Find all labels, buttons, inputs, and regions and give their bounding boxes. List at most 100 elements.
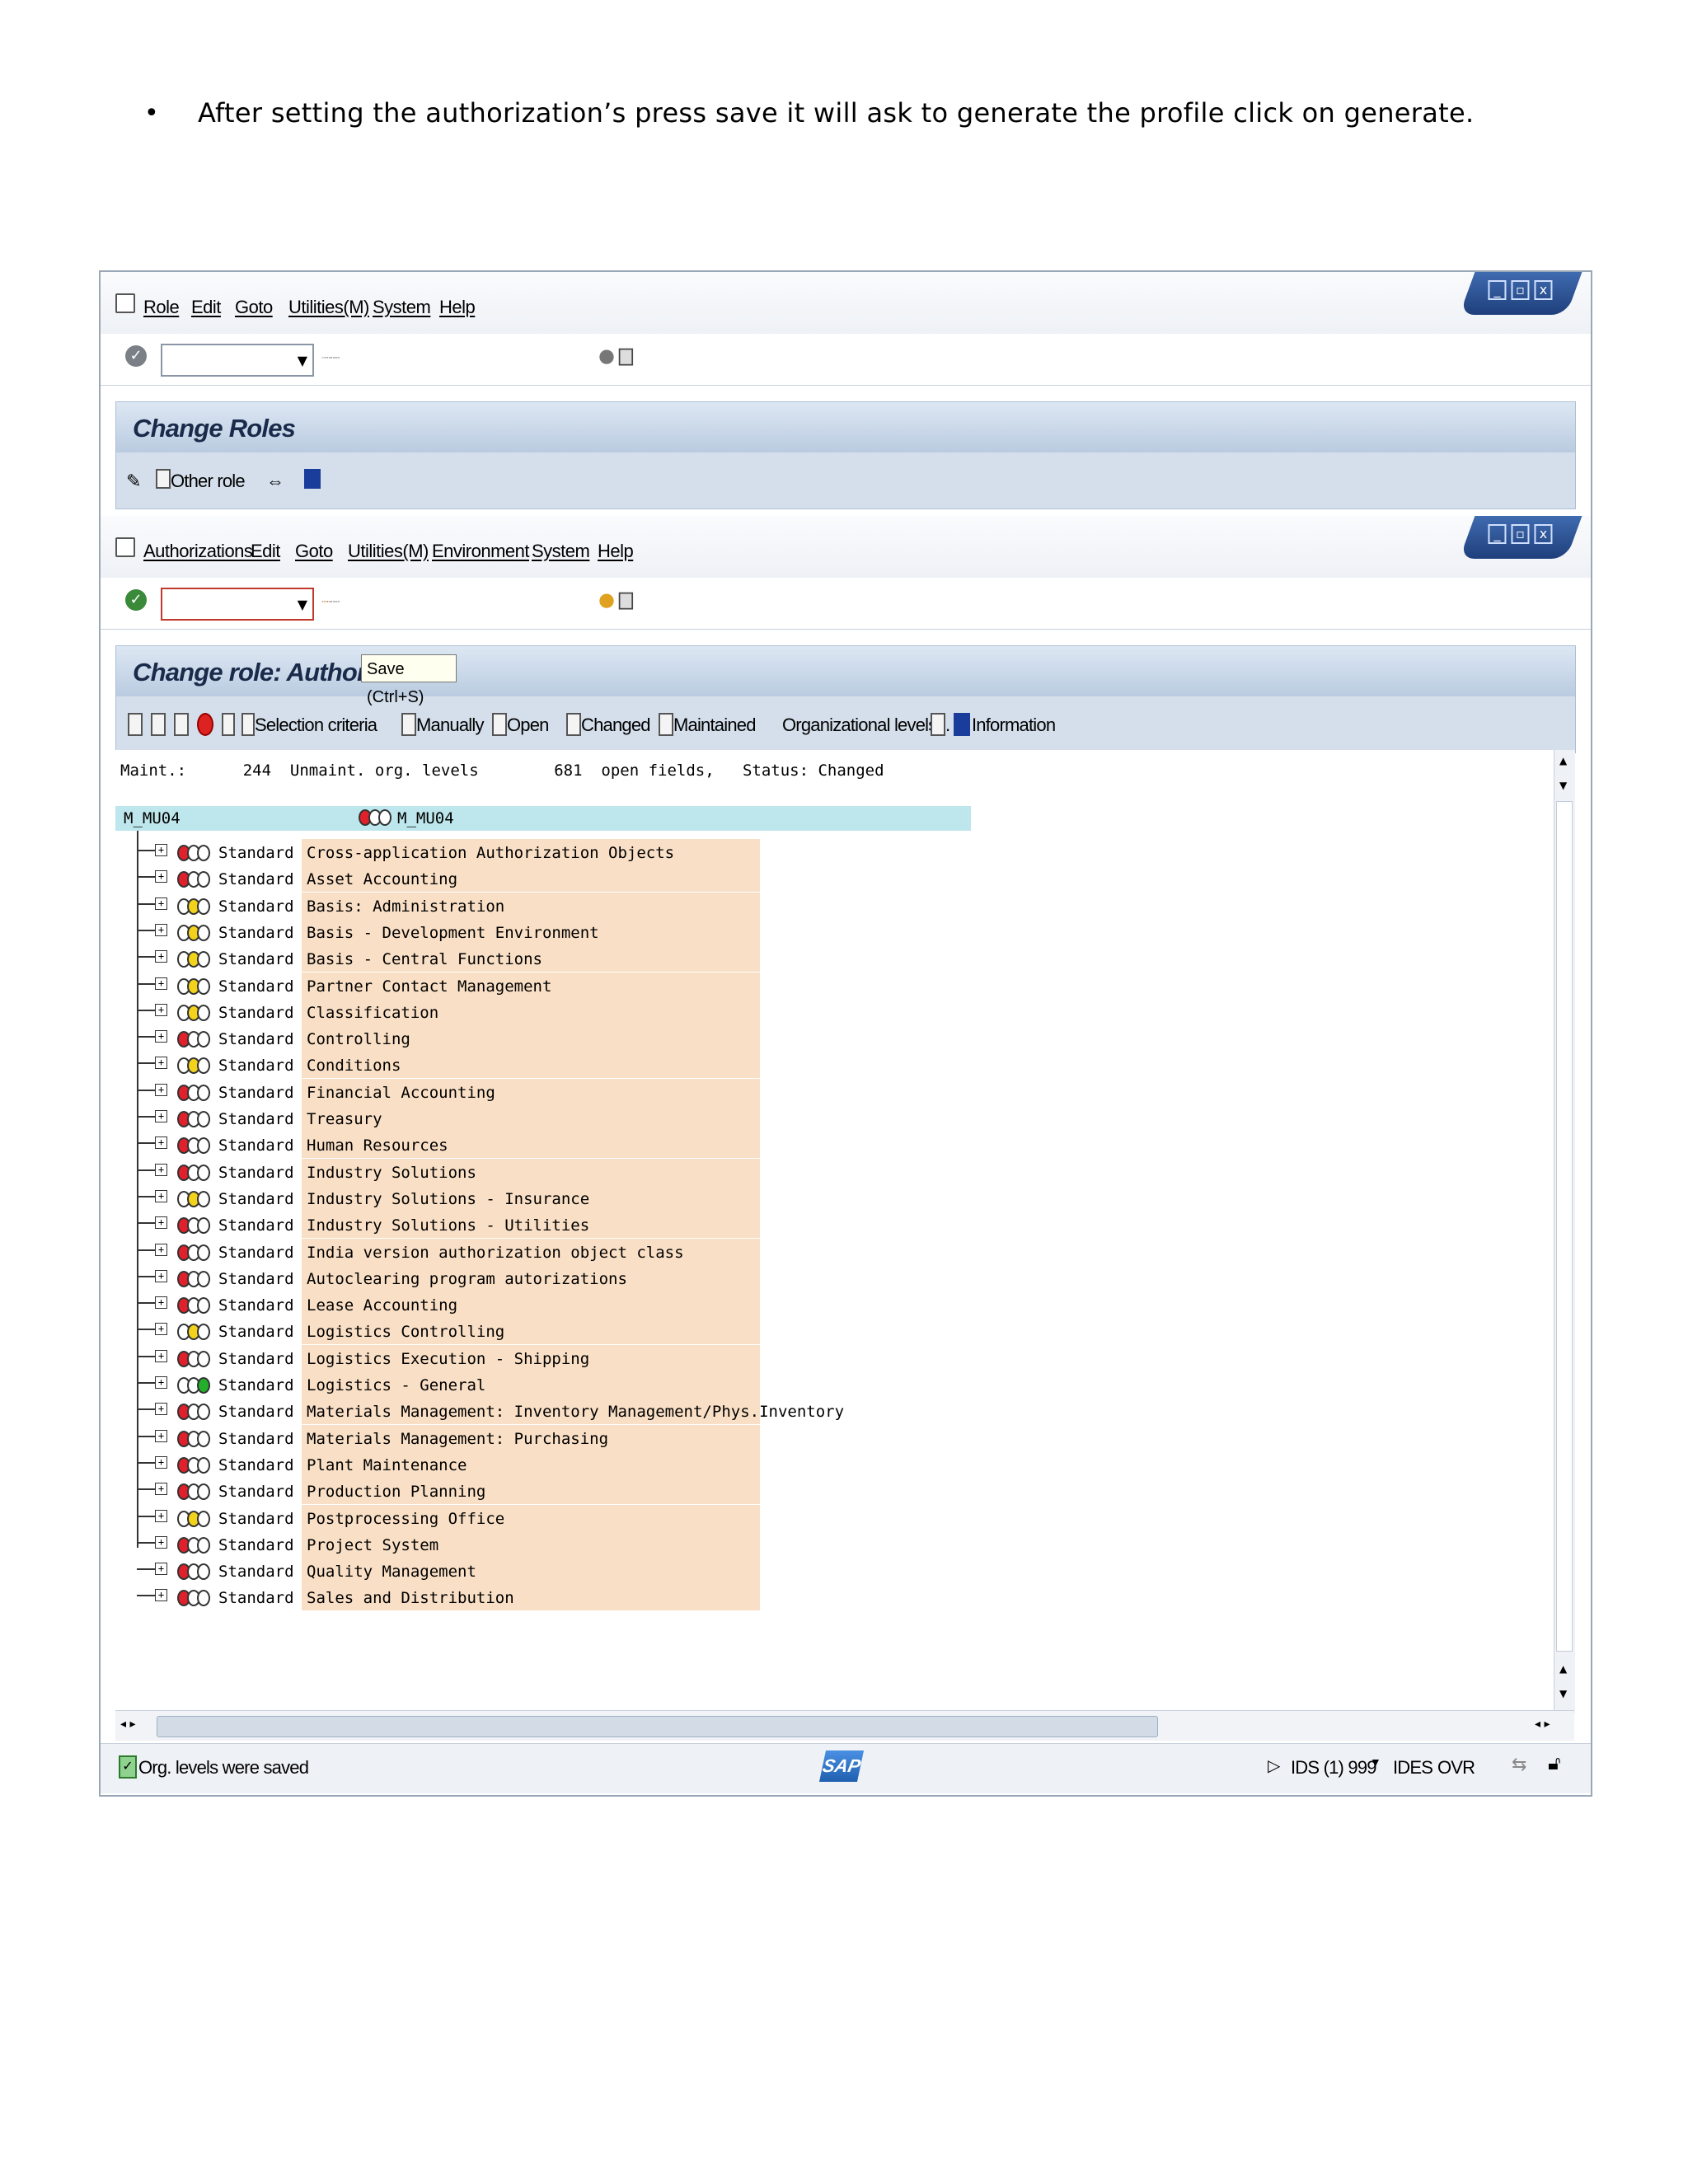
pencil-glasses-icon[interactable]: ✎ bbox=[126, 471, 141, 492]
expand-node-icon[interactable]: + bbox=[155, 950, 167, 963]
command-field[interactable]: ▼ bbox=[161, 588, 314, 621]
system-info[interactable]: IDS (1) 999 bbox=[1291, 1757, 1377, 1779]
insert-mode[interactable]: OVR bbox=[1437, 1757, 1475, 1779]
expand-node-icon[interactable]: + bbox=[155, 1403, 167, 1416]
expand-node-icon[interactable]: + bbox=[155, 1163, 167, 1176]
enter-icon[interactable]: ✓ bbox=[125, 345, 147, 367]
manually-button[interactable]: Manually bbox=[416, 715, 484, 736]
expand-node-icon[interactable]: + bbox=[155, 870, 167, 883]
maintained-button[interactable]: Maintained bbox=[673, 715, 756, 736]
vertical-scrollbar[interactable]: ▲ ▼ ▲ ▼ bbox=[1554, 750, 1575, 1714]
expand-node-icon[interactable]: + bbox=[155, 1083, 167, 1096]
menu-help[interactable]: Help bbox=[598, 541, 634, 562]
expand-node-icon[interactable]: + bbox=[155, 1057, 167, 1070]
expand-node-icon[interactable]: + bbox=[155, 1110, 167, 1122]
menu-authorizations[interactable]: Authorizations bbox=[143, 541, 253, 562]
info-icon[interactable] bbox=[954, 713, 970, 736]
menu-goto[interactable]: Goto bbox=[295, 541, 333, 562]
organizational-levels-button[interactable]: Organizational levels... bbox=[782, 715, 950, 736]
expand-node-icon[interactable]: + bbox=[155, 1349, 167, 1362]
help-icons[interactable] bbox=[595, 347, 661, 368]
scroll-up-icon[interactable]: ▲ bbox=[1559, 755, 1567, 766]
scroll-down-icon[interactable]: ▼ bbox=[1559, 1688, 1567, 1699]
menu-environment[interactable]: Environment bbox=[432, 541, 530, 562]
maintained-icon[interactable] bbox=[659, 713, 673, 736]
expand-node-icon[interactable]: + bbox=[155, 844, 167, 856]
expand-node-icon[interactable]: + bbox=[155, 1429, 167, 1442]
scroll-right-icon[interactable]: ◂ ▸ bbox=[1535, 1718, 1550, 1731]
menu-system[interactable]: System bbox=[373, 297, 431, 318]
menu-icon[interactable] bbox=[115, 293, 135, 313]
minimize-icon[interactable]: _ bbox=[1488, 280, 1507, 300]
chevron-down-icon[interactable]: ▼ bbox=[1370, 1755, 1381, 1769]
other-role-icon[interactable] bbox=[156, 469, 171, 489]
menu-utilities[interactable]: Utilities(M) bbox=[288, 297, 369, 318]
expand-icon[interactable] bbox=[128, 713, 143, 736]
expand-node-icon[interactable]: + bbox=[155, 1003, 167, 1016]
menu-help[interactable]: Help bbox=[439, 297, 476, 318]
expand-node-icon[interactable]: + bbox=[155, 1509, 167, 1522]
horizontal-scrollbar[interactable]: ◂ ▸ ◂ ▸ bbox=[115, 1710, 1574, 1741]
manually-icon[interactable] bbox=[401, 713, 416, 736]
expand-node-icon[interactable]: + bbox=[155, 1269, 167, 1282]
expand-node-icon[interactable]: + bbox=[155, 1296, 167, 1310]
open-icon[interactable] bbox=[492, 713, 507, 736]
menu-goto[interactable]: Goto bbox=[235, 297, 273, 318]
selection-criteria-button[interactable]: Selection criteria bbox=[255, 715, 377, 736]
command-field[interactable]: ▼ bbox=[161, 344, 314, 377]
layout-icon[interactable]: ⇆ bbox=[1512, 1754, 1526, 1775]
expand-node-icon[interactable]: + bbox=[155, 1216, 167, 1230]
trash-icon[interactable] bbox=[222, 713, 235, 736]
scroll-thumb[interactable] bbox=[157, 1716, 1158, 1737]
menu-utilities[interactable]: Utilities(M) bbox=[348, 541, 429, 562]
selection-criteria-icon[interactable] bbox=[241, 713, 255, 736]
expand-node-icon[interactable]: + bbox=[155, 1455, 167, 1469]
deactivate-icon[interactable] bbox=[197, 713, 213, 736]
restore-icon[interactable]: ▫ bbox=[1511, 524, 1530, 544]
scroll-up-icon[interactable]: ▲ bbox=[1559, 1663, 1567, 1675]
toolbar-icons[interactable] bbox=[321, 347, 340, 368]
close-icon[interactable]: x bbox=[1534, 280, 1553, 300]
changed-button[interactable]: Changed bbox=[581, 715, 651, 736]
expand-node-icon[interactable]: + bbox=[155, 1189, 167, 1202]
status-triangle-icon[interactable]: ▷ bbox=[1268, 1755, 1280, 1776]
expand-node-icon[interactable]: + bbox=[155, 1589, 167, 1602]
expand-node-icon[interactable]: + bbox=[155, 977, 167, 990]
expand-node-icon[interactable]: + bbox=[155, 1030, 167, 1043]
menu-edit[interactable]: Edit bbox=[191, 297, 221, 318]
open-button[interactable]: Open bbox=[507, 715, 549, 736]
scroll-left-icon[interactable]: ◂ ▸ bbox=[120, 1718, 136, 1731]
expand-node-icon[interactable]: + bbox=[155, 1483, 167, 1496]
toolbar-icons[interactable] bbox=[321, 591, 340, 612]
scroll-down-icon[interactable]: ▼ bbox=[1559, 780, 1567, 791]
enter-icon[interactable]: ✓ bbox=[125, 589, 147, 611]
expand-node-icon[interactable]: + bbox=[155, 1323, 167, 1336]
close-icon[interactable]: x bbox=[1534, 524, 1553, 544]
select-icon[interactable] bbox=[174, 713, 189, 736]
doc-icon[interactable] bbox=[931, 713, 945, 736]
menu-edit[interactable]: Edit bbox=[251, 541, 280, 562]
expand-node-icon[interactable]: + bbox=[155, 923, 167, 936]
menu-system[interactable]: System bbox=[532, 541, 590, 562]
expand-node-icon[interactable]: + bbox=[155, 1376, 167, 1389]
expand-node-icon[interactable]: + bbox=[155, 1535, 167, 1549]
chevron-down-icon[interactable]: ▼ bbox=[298, 353, 307, 368]
scroll-thumb[interactable] bbox=[1556, 801, 1573, 1652]
expand-node-icon[interactable]: + bbox=[155, 897, 167, 910]
other-role-button[interactable]: Other role bbox=[171, 471, 246, 492]
changed-icon[interactable] bbox=[566, 713, 581, 736]
help-icons[interactable] bbox=[595, 591, 661, 612]
menu-icon[interactable] bbox=[115, 537, 135, 557]
information-button[interactable]: Information bbox=[972, 715, 1056, 736]
minimize-icon[interactable]: _ bbox=[1488, 524, 1507, 544]
lock-icon[interactable]: 🔓︎ bbox=[1548, 1752, 1561, 1775]
collapse-icon[interactable] bbox=[151, 713, 166, 736]
expand-node-icon[interactable]: + bbox=[155, 1243, 167, 1256]
info-icon[interactable] bbox=[304, 469, 321, 489]
navigation-icon[interactable]: ⇔ bbox=[266, 471, 284, 492]
expand-node-icon[interactable]: + bbox=[155, 1137, 167, 1150]
tree-root[interactable]: M_MU04 M_MU04 bbox=[115, 806, 971, 831]
restore-icon[interactable]: ▫ bbox=[1511, 280, 1530, 300]
chevron-down-icon[interactable]: ▼ bbox=[298, 597, 307, 612]
expand-node-icon[interactable]: + bbox=[155, 1563, 167, 1576]
